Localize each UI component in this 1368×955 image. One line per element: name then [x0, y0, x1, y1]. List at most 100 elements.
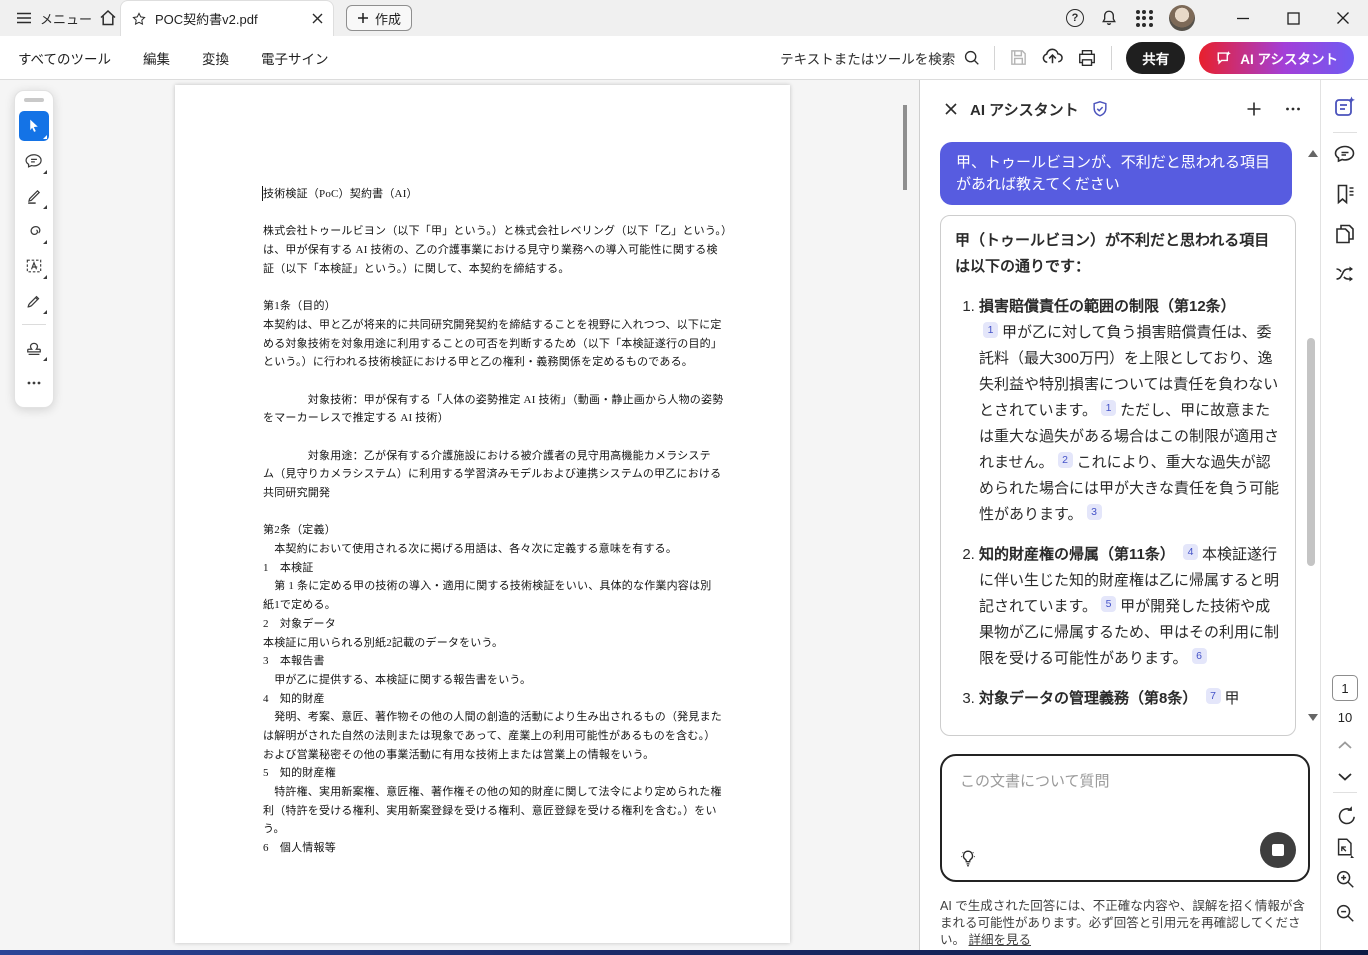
doc-line: 6 個人情報等: [263, 842, 336, 855]
doc-line: 対象技術：甲が保有する「人体の姿勢推定 AI 技術」（動画・静止画から人物の姿勢: [263, 393, 724, 406]
conversation-scroll-up-icon[interactable]: [1308, 150, 1318, 157]
doc-line: 特許権、実用新案権、意匠権、著作権その他の知的財産に関して法令により定められた権: [263, 786, 722, 798]
rail-shuffle-icon[interactable]: [1321, 262, 1368, 286]
doc-line: 第 1 条に定める甲の技術の導入・適用に関する技術検証をいい、具体的な作業内容は…: [263, 580, 712, 593]
doc-line: をマーカーレスで推定する AI 技術）: [263, 412, 449, 425]
doc-line: 本検証に用いられる別紙2記載のデータをいう。: [263, 636, 504, 649]
ai-response-card: 甲（トゥールビヨン）が不利だと思われる項目は以下の通りです： 損害賠償責任の範囲…: [940, 215, 1296, 736]
citation-badge[interactable]: 2: [1057, 452, 1073, 468]
help-icon[interactable]: ?: [1058, 0, 1092, 36]
save-icon: [1009, 48, 1028, 67]
page-number-input[interactable]: 1: [1332, 675, 1358, 701]
next-page-icon[interactable]: [1321, 772, 1368, 782]
text-select-tool[interactable]: [19, 251, 49, 281]
citation-badge[interactable]: 3: [1086, 504, 1102, 520]
cloud-upload-icon[interactable]: [1042, 47, 1064, 68]
citation-badge[interactable]: 7: [1205, 688, 1221, 704]
toolbar-item-2[interactable]: 変換: [202, 48, 229, 68]
citation-badge[interactable]: 4: [1183, 544, 1199, 560]
toolbar-item-0[interactable]: すべてのツール: [18, 48, 111, 68]
window-maximize-button[interactable]: [1268, 0, 1318, 36]
rail-ai-assistant-icon[interactable]: [1321, 94, 1368, 120]
menu-label[interactable]: メニュー: [40, 9, 92, 28]
tab-close-icon[interactable]: [312, 13, 323, 24]
create-button[interactable]: 作成: [346, 5, 413, 31]
shield-check-icon[interactable]: [1091, 100, 1109, 118]
search-box[interactable]: テキストまたはツールを検索: [780, 48, 980, 68]
select-tool[interactable]: [19, 111, 49, 141]
panel-close-icon[interactable]: [944, 102, 958, 116]
doc-line: 証（以下「本検証」という。）に関して、本契約を締結する。: [263, 262, 570, 275]
menu-hamburger-icon[interactable]: [12, 0, 36, 36]
doc-line: という。）に行われる技術検証における甲と乙の権利・義務関係を定めるものである。: [263, 356, 693, 369]
avatar[interactable]: [1162, 0, 1202, 36]
doc-line: 紙1で定める。: [263, 599, 336, 612]
window-minimize-button[interactable]: [1218, 0, 1268, 36]
fit-page-icon[interactable]: [1321, 836, 1368, 858]
learn-more-link[interactable]: 詳細を見る: [969, 933, 1032, 947]
doc-line: 4 知的財産: [263, 692, 325, 705]
rail-bookmarks-icon[interactable]: [1321, 182, 1368, 206]
fill-sign-tool[interactable]: [19, 286, 49, 316]
ai-assistant-panel: AI アシスタント 甲、トゥールビヨンが、不利だと思われる項目があれば教えてくだ…: [920, 80, 1320, 950]
pdf-page[interactable]: 技術検証（PoC）契約書（AI） 株式会社トゥールビヨン（以下「甲」という。）と株…: [175, 85, 790, 943]
doc-line: める対象技術を対象用途に利用することの可否を判断するため（以下「本検証遂行の目的…: [263, 337, 723, 350]
right-rail: 1 10: [1320, 80, 1368, 950]
doc-line: う。: [263, 823, 285, 836]
print-icon[interactable]: [1077, 48, 1097, 68]
citation-badge[interactable]: 1: [1101, 400, 1117, 416]
page-total-label: 10: [1337, 710, 1353, 725]
sign-pen-icon: [27, 295, 40, 308]
doc-line: [263, 428, 788, 447]
document-scrollbar-thumb[interactable]: [903, 105, 907, 190]
conversation-scroll-down-icon[interactable]: [1308, 714, 1318, 721]
panel-title: AI アシスタント: [970, 101, 1079, 119]
zoom-out-icon[interactable]: [1321, 902, 1368, 924]
palette-drag-handle[interactable]: [24, 98, 44, 102]
search-placeholder: テキストまたはツールを検索: [780, 51, 956, 67]
draw-tool[interactable]: [19, 216, 49, 246]
rail-pages-icon[interactable]: [1321, 222, 1368, 246]
document-canvas[interactable]: 技術検証（PoC）契約書（AI） 株式会社トゥールビヨン（以下「甲」という。）と株…: [0, 80, 919, 950]
rotate-page-icon[interactable]: [1321, 804, 1368, 826]
share-button[interactable]: 共有: [1126, 41, 1186, 74]
doc-line: [263, 372, 788, 391]
window-close-button[interactable]: [1318, 0, 1368, 36]
ai-assistant-button[interactable]: AI アシスタント: [1199, 41, 1354, 74]
toolbar: すべてのツール 編集 変換 電子サイン テキストまたはツールを検索 共有 AI …: [0, 36, 1368, 80]
new-chat-plus-icon[interactable]: [1246, 101, 1262, 117]
comment-tool[interactable]: [19, 146, 49, 176]
doc-line: 技術検証（PoC）契約書（AI）: [263, 188, 418, 200]
suggestions-lightbulb-icon[interactable]: [958, 848, 978, 868]
notifications-bell-icon[interactable]: [1092, 0, 1126, 36]
doc-line: 3 本報告書: [263, 655, 325, 668]
doc-line: [263, 278, 788, 297]
stamp-tool[interactable]: [19, 333, 49, 363]
rail-comments-icon[interactable]: [1321, 142, 1368, 166]
home-icon[interactable]: [94, 0, 122, 36]
star-icon[interactable]: [131, 11, 147, 27]
doc-line: 本契約において使用される次に掲げる用語は、各々次に定義する意味を有する。: [263, 543, 678, 556]
doc-line: 5 知的財産権: [263, 767, 336, 780]
ai-sparkle-chat-icon: [1215, 49, 1233, 67]
citation-badge[interactable]: 1: [983, 322, 998, 338]
citation-badge[interactable]: 6: [1191, 648, 1207, 664]
previous-page-icon[interactable]: [1321, 740, 1368, 750]
document-tab[interactable]: POC契約書v2.pdf: [120, 0, 334, 36]
app-grid-icon[interactable]: [1126, 0, 1162, 36]
doc-line: [263, 204, 788, 223]
search-icon[interactable]: [963, 49, 980, 66]
doc-line: 第1条（目的）: [263, 300, 336, 313]
panel-overflow-icon[interactable]: [1284, 100, 1302, 118]
highlight-tool[interactable]: [19, 181, 49, 211]
conversation-scrollbar-thumb[interactable]: [1307, 338, 1315, 566]
citation-badge[interactable]: 5: [1101, 596, 1117, 612]
toolbar-item-3[interactable]: 電子サイン: [261, 48, 329, 68]
more-tools-icon[interactable]: [19, 368, 49, 398]
doc-line: 2 対象データ: [263, 617, 336, 630]
stop-generation-button[interactable]: [1260, 832, 1296, 868]
doc-line: 本契約は、甲と乙が将来的に共同研究開発契約を締結することを視野に入れつつ、以下に…: [263, 318, 722, 331]
question-input[interactable]: この文書について質問: [940, 754, 1310, 882]
toolbar-item-1[interactable]: 編集: [143, 48, 170, 68]
zoom-in-icon[interactable]: [1321, 868, 1368, 890]
